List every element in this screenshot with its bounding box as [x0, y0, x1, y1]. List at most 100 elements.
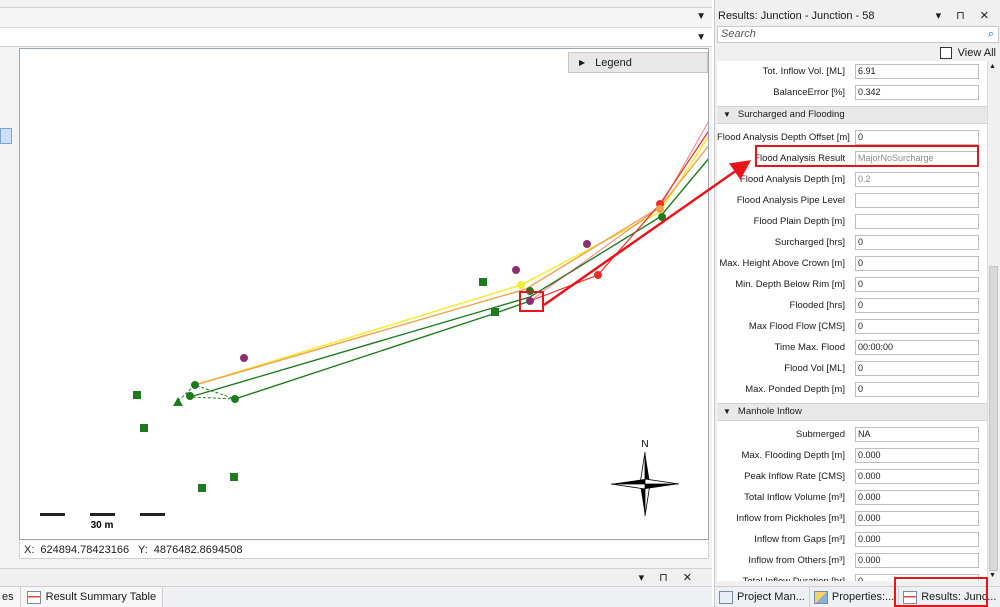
x-coord-value: 624894.78423166 [40, 544, 130, 556]
property-label: BalanceError [%] [773, 87, 845, 98]
junction-node [517, 281, 525, 289]
tab-project-manager[interactable]: Project Man... [715, 587, 810, 607]
property-grid: Tot. Inflow Vol. [ML] 6.91 BalanceError [%… [717, 61, 987, 581]
search-icon[interactable]: ⌕ [988, 27, 994, 42]
scroll-down-icon[interactable]: ▼ [989, 572, 996, 579]
property-value-field[interactable]: NA [855, 427, 979, 442]
pipe-line [529, 121, 708, 302]
property-label: Flood Vol [ML] [784, 363, 845, 374]
property-value-field[interactable]: 0.2 [855, 172, 979, 187]
toolbar-dropdown-icon[interactable]: ▼ [696, 11, 706, 22]
right-tab-strip: Project Man... Properties:... Results: J… [715, 586, 1000, 607]
property-row: Min. Depth Below Rim [m] 0 [717, 274, 987, 295]
property-value-field[interactable]: MajorNoSurcharge [855, 151, 979, 166]
property-label: Flood Analysis Pipe Level [736, 195, 845, 206]
property-value-field[interactable]: 0.000 [855, 511, 979, 526]
storage-node [230, 473, 238, 481]
property-value-field[interactable]: 0 [855, 361, 979, 376]
collapse-triangle-icon[interactable]: ▼ [723, 110, 731, 119]
results-panel-title: Results: Junction - Junction - 58 ▾ ⊓ ✕ [715, 7, 1000, 25]
property-value-field[interactable] [855, 193, 979, 208]
property-row: Flood Analysis Pipe Level [717, 190, 987, 211]
document-toolbar: ▼ [0, 7, 712, 27]
property-row: Flooded [hrs] 0 [717, 295, 987, 316]
scroll-up-icon[interactable]: ▲ [989, 63, 996, 70]
checkbox-box[interactable] [939, 47, 952, 59]
map-view[interactable]: 30 m N ▶ Legend [19, 48, 709, 540]
property-value-field[interactable]: 0 [855, 382, 979, 397]
tab-properties[interactable]: Properties:... [810, 587, 900, 607]
storage-node [491, 308, 499, 316]
search-placeholder: Search [721, 28, 756, 40]
pipe-line [194, 145, 708, 386]
property-row: Surcharged [hrs] 0 [717, 232, 987, 253]
left-panel-selection[interactable] [0, 128, 12, 144]
legend-button[interactable]: ▶ Legend [568, 52, 708, 73]
pipe-line [189, 158, 708, 398]
tab-results-junction[interactable]: Results: Junc... [899, 587, 1000, 607]
property-row: Time Max. Flood 00:00:00 [717, 337, 987, 358]
property-value-field[interactable]: 6.91 [855, 64, 979, 79]
scroll-thumb[interactable] [989, 266, 998, 571]
map-toolbar-dropdown-icon[interactable]: ▼ [696, 32, 706, 43]
property-row: Max. Ponded Depth [m] 0 [717, 379, 987, 400]
property-grid-scrollbar[interactable]: ▲ ▼ [987, 61, 999, 581]
property-value-field[interactable]: 0.000 [855, 553, 979, 568]
junction-node [526, 297, 534, 305]
tab-properties-label: Properties:... [831, 591, 895, 603]
property-label: Flood Analysis Depth Offset [m] [717, 132, 850, 143]
property-value-field[interactable]: 0 [855, 256, 979, 271]
properties-icon [813, 590, 828, 604]
results-panel-controls[interactable]: ▾ ⊓ ✕ [936, 7, 995, 25]
table-icon [26, 590, 41, 604]
y-coord-value: 4876482.8694508 [153, 544, 243, 556]
property-value-field[interactable]: 0 [855, 319, 979, 334]
property-row: Total Inflow Volume [m³] 0.000 [717, 487, 987, 508]
coordinate-readout: X: 624894.78423166 Y: 4876482.8694508 [19, 541, 709, 559]
property-label: Time Max. Flood [774, 342, 845, 353]
property-value-field[interactable]: 0 [855, 574, 979, 581]
legend-label: Legend [595, 56, 632, 69]
property-label: Flooded [hrs] [789, 300, 845, 311]
property-row: Peak Inflow Rate [CMS] 0.000 [717, 466, 987, 487]
view-all-checkbox[interactable]: View All [939, 47, 996, 59]
storage-node [140, 424, 148, 432]
junction-node [240, 354, 248, 362]
tab-result-summary-label: Result Summary Table [45, 591, 157, 603]
network-map[interactable]: 30 m N [20, 49, 709, 540]
search-input[interactable]: Search ⌕ [717, 26, 999, 43]
property-value-field[interactable] [855, 214, 979, 229]
results-panel: Results: Junction - Junction - 58 ▾ ⊓ ✕ … [714, 0, 1000, 607]
property-value-field[interactable]: 0.000 [855, 469, 979, 484]
property-value-field[interactable]: 0.342 [855, 85, 979, 100]
property-value-field[interactable]: 0 [855, 235, 979, 250]
property-label: Inflow from Pickholes [m³] [736, 513, 845, 524]
section-label: Manhole Inflow [737, 406, 802, 417]
map-toolbar: ▼ [0, 27, 712, 47]
property-value-field[interactable]: 0.000 [855, 532, 979, 547]
bottom-panel-controls[interactable]: ▾ ⊓ ✕ [639, 571, 698, 584]
property-value-field[interactable]: 00:00:00 [855, 340, 979, 355]
property-value-field[interactable]: 0 [855, 298, 979, 313]
property-value-field[interactable]: 0.000 [855, 490, 979, 505]
property-value-field[interactable]: 0 [855, 130, 979, 145]
section-manhole-inflow[interactable]: ▼ Manhole Inflow [717, 403, 987, 421]
expand-triangle-icon: ▶ [579, 58, 586, 67]
section-surcharged-flooding[interactable]: ▼ Surcharged and Flooding [717, 106, 987, 124]
property-value-field[interactable]: 0.000 [855, 448, 979, 463]
property-label: Flood Analysis Depth [m] [739, 174, 845, 185]
bottom-tab-strip: es Result Summary Table [0, 586, 712, 607]
property-label: Surcharged [hrs] [774, 237, 845, 248]
junction-node [526, 287, 534, 295]
junction-node [186, 392, 194, 400]
tab-cut-off[interactable]: es [0, 587, 21, 607]
collapse-triangle-icon[interactable]: ▼ [723, 407, 731, 416]
junction-node [583, 240, 591, 248]
x-coord-label: X: [24, 544, 35, 556]
storage-node [198, 484, 206, 492]
property-value-field[interactable]: 0 [855, 277, 979, 292]
property-row: BalanceError [%] 0.342 [717, 82, 987, 103]
junction-node [656, 205, 664, 213]
tab-result-summary-table[interactable]: Result Summary Table [20, 587, 164, 607]
junction-node [231, 395, 239, 403]
